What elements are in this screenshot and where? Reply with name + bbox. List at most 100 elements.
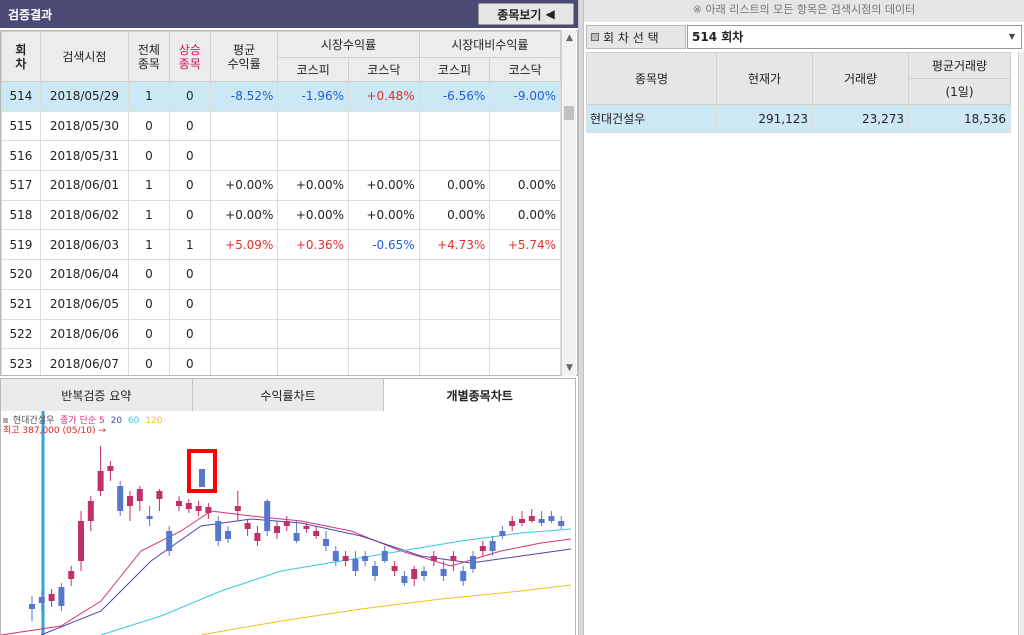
relative-kosdaq-cell: 0.00% [489, 199, 561, 231]
table-row[interactable]: 518 2018/06/02 1 0 +0.00% +0.00% +0.00% 0.00% 0.… [1, 199, 561, 231]
bottom-tabs: 반복검증 요약 수익률차트 개별종목차트 [0, 378, 576, 411]
total-cell: 0 [127, 348, 170, 375]
market-kospi-cell: -1.96% [277, 81, 349, 112]
total-cell: 0 [127, 318, 170, 350]
round-cell: 523 [1, 348, 41, 375]
scroll-thumb[interactable] [564, 106, 574, 120]
candle-body [58, 587, 65, 606]
round-cell: 514 [1, 81, 41, 112]
table-row[interactable]: 521 2018/06/05 0 0 [1, 288, 561, 320]
candle-body [411, 569, 418, 579]
table-row[interactable]: 519 2018/06/03 1 1 +5.09% +0.36% -0.65% +4.73% +… [1, 229, 561, 261]
table-row[interactable]: 520 2018/06/04 0 0 [1, 259, 561, 290]
total-cell: 1 [127, 199, 170, 231]
header-round[interactable]: 회 차 [1, 31, 41, 82]
round-cell: 522 [1, 318, 41, 350]
header-volume[interactable]: 거래량 [812, 52, 909, 105]
market-kospi-cell [277, 348, 349, 375]
header-total[interactable]: 전체 종목 [127, 31, 170, 82]
relative-kosdaq-cell: +5.74% [489, 229, 561, 261]
view-stocks-button[interactable]: 종목보기 ◀ [478, 3, 574, 25]
results-title-bar: 검증결과 종목보기 ◀ [0, 0, 578, 28]
round-cell: 519 [1, 229, 41, 261]
avg-return-cell [209, 318, 279, 350]
candle-body [274, 526, 280, 533]
date-cell: 2018/05/31 [39, 140, 129, 172]
round-select-dropdown[interactable]: 514 회차 ▼ [687, 25, 1022, 49]
candle-body [381, 551, 388, 561]
relative-kospi-cell [418, 348, 491, 375]
square-bullet-icon [591, 33, 599, 41]
tab-return-chart[interactable]: 수익률차트 [192, 379, 385, 411]
table-row[interactable]: 514 2018/05/29 1 0 -8.52% -1.96% +0.48% -6.56% -… [1, 81, 561, 112]
total-cell: 0 [127, 288, 170, 320]
header-date[interactable]: 검색시점 [39, 31, 129, 82]
up-cell: 0 [168, 318, 211, 350]
candle-body [225, 531, 231, 539]
round-cell: 518 [1, 199, 41, 231]
header-up[interactable]: 상승 종목 [168, 31, 211, 82]
table-row[interactable]: 현대건설우 291,123 23,273 18,536 [586, 104, 1011, 133]
scroll-down-icon[interactable]: ▼ [562, 360, 577, 376]
stock-name-cell: 현대건설우 [586, 104, 717, 133]
table-row[interactable]: 515 2018/05/30 0 0 [1, 110, 561, 142]
candle-body [352, 559, 359, 571]
stock-table-body: 현대건설우 291,123 23,273 18,536 [586, 104, 1011, 133]
avg-return-cell [209, 288, 279, 320]
scroll-up-icon[interactable]: ▲ [562, 30, 577, 46]
up-cell: 0 [168, 170, 211, 201]
right-scroll-track[interactable] [1018, 52, 1024, 635]
table-row[interactable]: 517 2018/06/01 1 0 +0.00% +0.00% +0.00% 0.00% 0.… [1, 170, 561, 201]
stock-chart[interactable]: 현대건설우 종가 단순 5 20 60 120 최고 387,000 (05/1… [0, 411, 576, 635]
candle-body [264, 501, 271, 531]
date-cell: 2018/05/30 [39, 110, 129, 142]
candle-body [548, 516, 555, 521]
candle-body [313, 531, 320, 536]
up-cell: 0 [168, 348, 211, 375]
candle-body [117, 486, 124, 511]
header-avg-volume-sub: (1일) [908, 78, 1011, 105]
header-avg-return[interactable]: 평균 수익률 [209, 31, 279, 82]
candle-body [48, 594, 55, 601]
candle-body [68, 571, 75, 579]
tab-summary[interactable]: 반복검증 요약 [1, 379, 193, 411]
candle-body [430, 556, 437, 561]
results-grid: 회 차 검색시점 전체 종목 상승 종목 평균 수익률 시장수익률 시장대비수익… [0, 30, 578, 376]
candle-body [460, 571, 467, 581]
price-cell: 291,123 [716, 104, 813, 133]
candle-body [185, 503, 192, 509]
chevron-down-icon[interactable]: ▼ [1005, 26, 1019, 48]
max-price-label: 최고 387,000 (05/10) → [3, 423, 106, 436]
relative-kospi-cell [418, 318, 491, 350]
header-avg-volume[interactable]: 평균거래량 [908, 52, 1011, 79]
header-relative-kosdaq[interactable]: 코스닥 [489, 57, 561, 82]
market-kosdaq-cell [348, 259, 420, 290]
header-stock-name[interactable]: 종목명 [586, 52, 717, 105]
legend-ma-120: 120 [145, 416, 163, 426]
round-cell: 515 [1, 110, 41, 142]
header-market-kosdaq[interactable]: 코스닥 [348, 57, 420, 82]
table-row[interactable]: 516 2018/05/31 0 0 [1, 140, 561, 172]
table-row[interactable]: 523 2018/06/07 0 0 [1, 348, 561, 375]
candle-body [421, 571, 427, 576]
tab-stock-chart[interactable]: 개별종목차트 [384, 379, 576, 411]
market-kosdaq-cell [348, 348, 420, 375]
up-cell: 0 [168, 288, 211, 320]
relative-kospi-cell: +4.73% [418, 229, 491, 261]
candle-body [509, 521, 516, 526]
avg-return-cell: +5.09% [209, 229, 279, 261]
date-cell: 2018/06/02 [39, 199, 129, 231]
up-cell: 0 [168, 259, 211, 290]
header-market-kospi[interactable]: 코스피 [277, 57, 349, 82]
ma120-line [200, 584, 572, 635]
header-relative-kospi[interactable]: 코스피 [418, 57, 491, 82]
results-scrollbar[interactable]: ▲ ▼ [561, 30, 576, 376]
round-cell: 520 [1, 259, 41, 290]
header-current-price[interactable]: 현재가 [716, 52, 813, 105]
market-kospi-cell [277, 288, 349, 320]
relative-kospi-cell: -6.56% [418, 81, 491, 112]
table-row[interactable]: 522 2018/06/06 0 0 [1, 318, 561, 350]
relative-kosdaq-cell [489, 140, 561, 172]
up-cell: 0 [168, 110, 211, 142]
market-kosdaq-cell [348, 288, 420, 320]
